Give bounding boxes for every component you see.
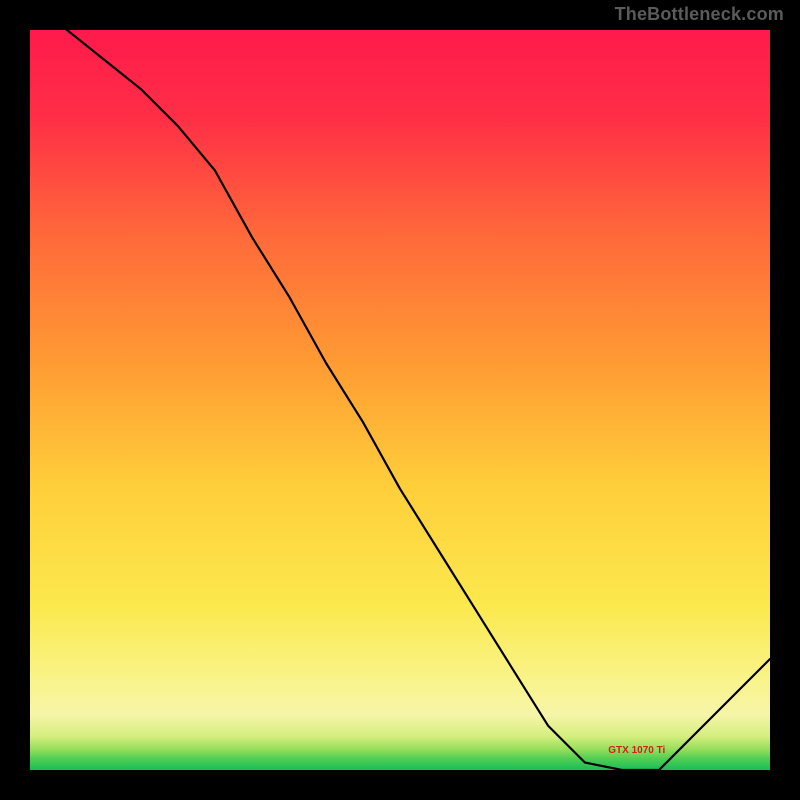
gradient-background — [30, 30, 770, 770]
bottleneck-line-chart: GTX 1070 Ti — [30, 30, 770, 770]
attribution-label: TheBottleneck.com — [615, 4, 784, 25]
optimal-gpu-label: GTX 1070 Ti — [608, 745, 665, 756]
chart-container: TheBottleneck.com — [0, 0, 800, 800]
plot-frame: GTX 1070 Ti — [30, 30, 770, 770]
